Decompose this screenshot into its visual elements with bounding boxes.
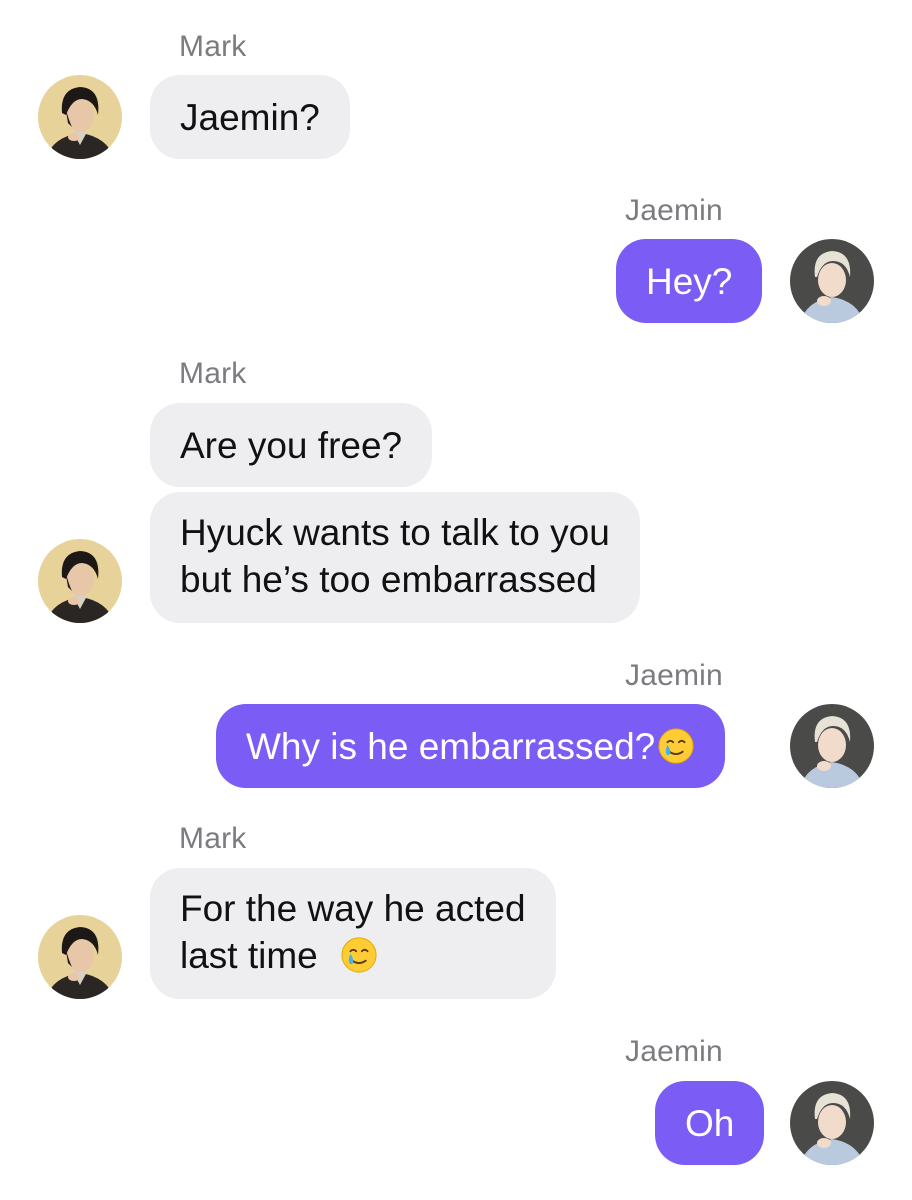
avatar-mark-image [38, 915, 122, 999]
outgoing-message-bubble[interactable]: Why is he embarrassed? [216, 704, 726, 788]
avatar-jaemin-image [790, 1081, 874, 1165]
smiling-face-with-tear-icon [658, 728, 694, 764]
avatar-mark-image [38, 75, 122, 159]
incoming-message-bubble[interactable]: Jaemin? [150, 75, 350, 159]
avatar-jaemin-image [790, 239, 874, 323]
avatar-jaemin[interactable] [790, 1081, 874, 1165]
message-text-line: but he’s too embarrassed [180, 559, 597, 600]
message-text: Jaemin? [180, 96, 320, 138]
avatar-mark-image [38, 539, 122, 623]
outgoing-message-bubble[interactable]: Oh [655, 1081, 765, 1165]
avatar-mark[interactable] [38, 539, 122, 623]
message-text-line: Hyuck wants to talk to you [180, 512, 610, 553]
sender-name: Jaemin [625, 1035, 723, 1068]
avatar-mark[interactable] [38, 915, 122, 999]
avatar-jaemin[interactable] [790, 239, 874, 323]
incoming-message-bubble[interactable]: Hyuck wants to talk to you but he’s too … [150, 492, 640, 623]
avatar-mark[interactable] [38, 75, 122, 159]
outgoing-message-bubble[interactable]: Hey? [616, 239, 763, 323]
avatar-jaemin[interactable] [790, 704, 874, 788]
incoming-message-bubble[interactable]: For the way he acted last time [150, 868, 556, 999]
message-text: Why is he embarrassed? [246, 725, 656, 767]
sender-name: Jaemin [625, 194, 723, 227]
sender-name: Mark [179, 30, 247, 63]
message-text-line: last time [180, 935, 318, 976]
smiling-face-with-tear-icon [341, 937, 377, 973]
sender-name: Jaemin [625, 659, 723, 692]
message-text: Oh [685, 1102, 735, 1144]
incoming-message-bubble[interactable]: Are you free? [150, 403, 433, 487]
message-text: Are you free? [180, 424, 403, 466]
avatar-jaemin-image [790, 704, 874, 788]
message-text-line: For the way he acted [180, 888, 526, 929]
message-text: Hey? [646, 260, 733, 302]
sender-name: Mark [179, 822, 247, 855]
sender-name: Mark [179, 357, 247, 390]
